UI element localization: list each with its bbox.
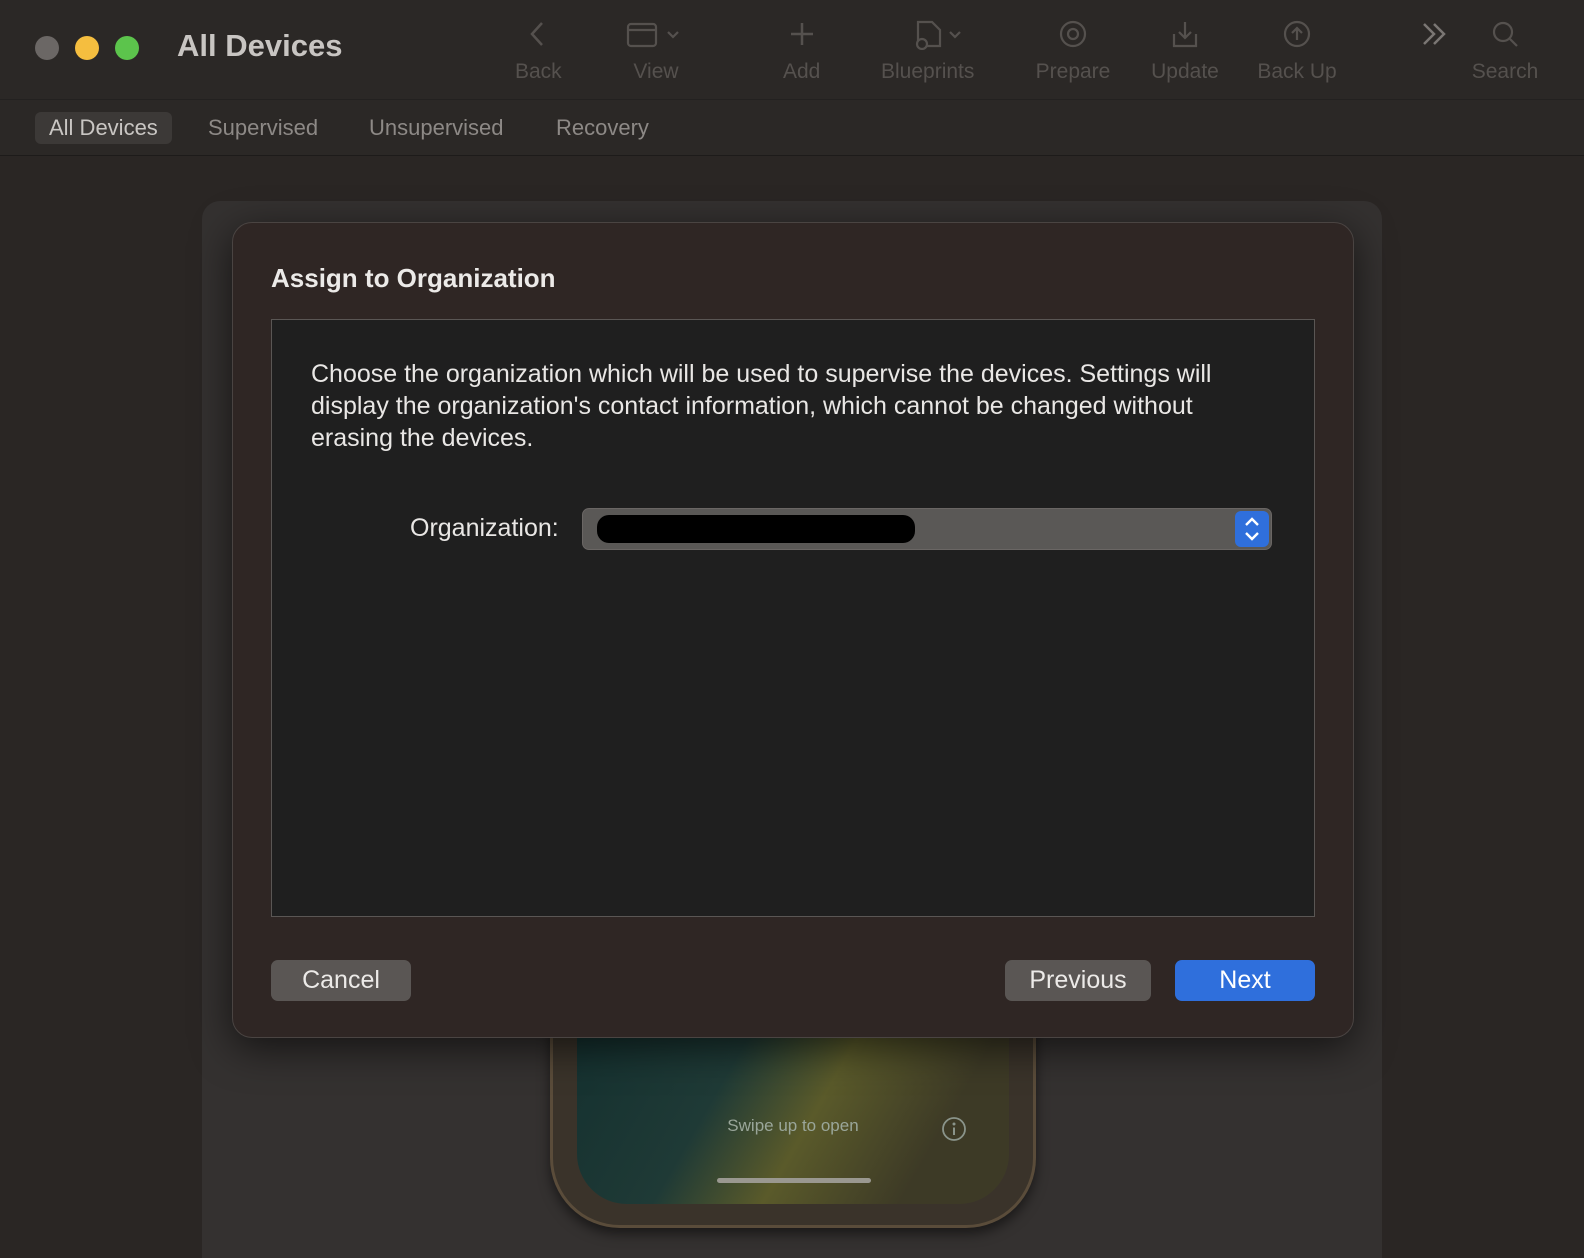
blueprints-label: Blueprints xyxy=(881,60,975,83)
sheet-title: Assign to Organization xyxy=(271,263,556,293)
window-title: All Devices xyxy=(177,28,343,63)
view-label: View xyxy=(633,60,679,83)
prepare-button[interactable]: Prepare xyxy=(1033,18,1113,94)
minimize-window-button[interactable] xyxy=(75,36,99,60)
window-view-icon xyxy=(626,22,679,48)
search-button[interactable]: Search xyxy=(1470,18,1540,94)
filter-tab-bar: All Devices Supervised Unsupervised Reco… xyxy=(0,100,1584,156)
chevron-double-right-icon xyxy=(1423,23,1446,45)
back-up-button[interactable]: Back Up xyxy=(1254,18,1340,94)
add-button[interactable]: Add xyxy=(783,18,820,94)
upload-circle-icon xyxy=(1283,20,1311,48)
add-label: Add xyxy=(783,60,821,83)
search-label: Search xyxy=(1471,60,1539,83)
organization-label: Organization: xyxy=(410,514,559,542)
chevron-up-down-icon xyxy=(1245,517,1259,541)
organization-popup-button[interactable] xyxy=(582,508,1272,550)
update-label: Update xyxy=(1151,60,1219,83)
chevron-left-icon xyxy=(530,22,544,46)
cancel-button[interactable]: Cancel xyxy=(271,960,411,1001)
back-up-label: Back Up xyxy=(1257,60,1337,83)
assign-organization-sheet: Assign to Organization Choose the organi… xyxy=(232,222,1354,1038)
title-bar: All Devices Back View Add Blueprints Pre… xyxy=(0,0,1584,100)
view-button[interactable]: View xyxy=(626,18,686,94)
download-tray-icon xyxy=(1172,22,1198,48)
tab-recovery[interactable]: Recovery xyxy=(542,112,663,144)
tab-unsupervised[interactable]: Unsupervised xyxy=(355,112,518,144)
home-indicator xyxy=(717,1178,871,1183)
prepare-label: Prepare xyxy=(1035,60,1111,83)
gear-icon xyxy=(1059,20,1087,48)
next-button[interactable]: Next xyxy=(1175,960,1315,1001)
popup-stepper[interactable] xyxy=(1235,511,1269,547)
tab-all-devices[interactable]: All Devices xyxy=(35,112,172,144)
search-icon xyxy=(1492,21,1518,47)
previous-button[interactable]: Previous xyxy=(1005,960,1151,1001)
blueprint-icon xyxy=(915,20,961,50)
sheet-content-panel: Choose the organization which will be us… xyxy=(271,319,1315,917)
close-window-button[interactable] xyxy=(35,36,59,60)
back-button[interactable]: Back xyxy=(515,18,562,94)
sheet-description: Choose the organization which will be us… xyxy=(311,360,1212,452)
tab-supervised[interactable]: Supervised xyxy=(194,112,332,144)
plus-icon xyxy=(790,23,813,45)
more-toolbar-items-button[interactable] xyxy=(1418,18,1450,94)
back-label: Back xyxy=(515,60,562,83)
zoom-window-button[interactable] xyxy=(115,36,139,60)
redacted-organization-name xyxy=(597,515,915,543)
update-button[interactable]: Update xyxy=(1147,18,1223,94)
blueprints-button[interactable]: Blueprints xyxy=(881,18,974,94)
info-icon xyxy=(942,1117,966,1141)
